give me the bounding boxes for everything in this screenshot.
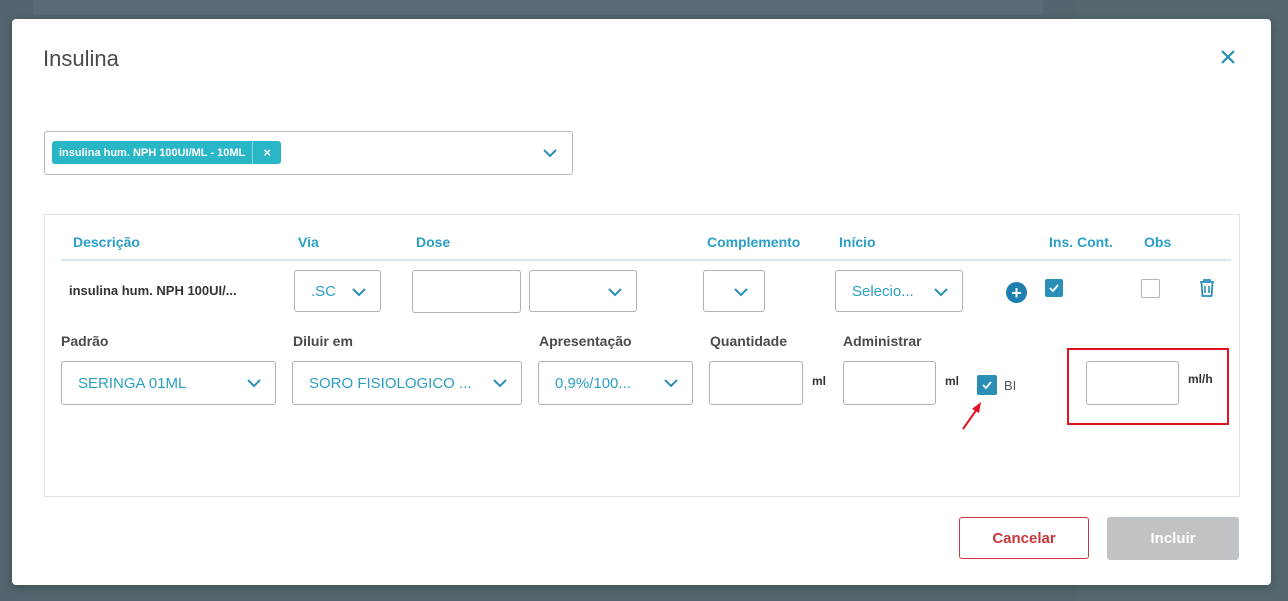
row-description: insulina hum. NPH 100UI/... bbox=[69, 283, 237, 298]
inicio-value: Selecio... bbox=[852, 282, 914, 300]
prescription-table: Descrição Via Dose Complemento Início In… bbox=[44, 214, 1240, 497]
incluir-button[interactable]: Incluir bbox=[1107, 517, 1239, 560]
dialog-title: Insulina bbox=[43, 46, 119, 71]
diluir-select[interactable]: SORO FISIOLOGICO ... bbox=[292, 361, 522, 405]
header-divider bbox=[61, 259, 1231, 261]
check-icon bbox=[1049, 284, 1059, 293]
check-icon bbox=[982, 381, 992, 390]
quantidade-unit: ml bbox=[812, 374, 827, 388]
quantidade-input[interactable] bbox=[709, 361, 803, 405]
header-via: Via bbox=[298, 234, 319, 250]
background-card bbox=[33, 0, 1043, 15]
dose-unit-select[interactable] bbox=[529, 270, 637, 312]
insulina-dialog: Insulina insulina hum. NPH 100UI/ML - 10… bbox=[12, 19, 1271, 585]
quantidade-label: Quantidade bbox=[710, 333, 788, 349]
chevron-down-icon bbox=[934, 288, 948, 297]
header-complemento: Complemento bbox=[707, 234, 801, 250]
header-ins-cont: Ins. Cont. bbox=[1049, 234, 1113, 250]
close-icon[interactable] bbox=[1217, 46, 1239, 68]
chip-remove-icon[interactable]: × bbox=[252, 141, 281, 164]
rate-unit: ml/h bbox=[1188, 372, 1213, 386]
chevron-down-icon bbox=[247, 379, 261, 388]
chevron-down-icon bbox=[493, 379, 507, 388]
chevron-down-icon bbox=[608, 288, 622, 297]
via-select[interactable]: .SC bbox=[294, 270, 381, 312]
apresentacao-select[interactable]: 0,9%/100... bbox=[538, 361, 693, 405]
dose-input[interactable] bbox=[412, 270, 521, 313]
rate-input[interactable] bbox=[1086, 361, 1179, 405]
inicio-select[interactable]: Selecio... bbox=[835, 270, 963, 312]
padrao-value: SERINGA 01ML bbox=[78, 374, 187, 392]
padrao-select[interactable]: SERINGA 01ML bbox=[61, 361, 276, 405]
ins-cont-checkbox[interactable] bbox=[1045, 279, 1063, 297]
bi-label: BI bbox=[1004, 378, 1017, 393]
administrar-unit: ml bbox=[945, 374, 960, 388]
apresentacao-label: Apresentação bbox=[539, 333, 632, 349]
header-dose: Dose bbox=[416, 234, 451, 250]
complemento-select[interactable] bbox=[703, 270, 765, 312]
diluir-label: Diluir em bbox=[293, 333, 353, 349]
chevron-down-icon bbox=[664, 379, 678, 388]
header-inicio: Início bbox=[839, 234, 876, 250]
administrar-input[interactable] bbox=[843, 361, 936, 405]
padrao-label: Padrão bbox=[61, 333, 109, 349]
chevron-down-icon[interactable] bbox=[541, 144, 559, 162]
header-descricao: Descrição bbox=[73, 234, 140, 250]
via-value: .SC bbox=[311, 282, 337, 300]
header-obs: Obs bbox=[1144, 234, 1172, 250]
cancel-button[interactable]: Cancelar bbox=[959, 517, 1089, 559]
medication-multiselect[interactable]: insulina hum. NPH 100UI/ML - 10ML × bbox=[44, 131, 573, 175]
chevron-down-icon bbox=[734, 288, 748, 297]
diluir-value: SORO FISIOLOGICO ... bbox=[309, 374, 472, 392]
medication-chip: insulina hum. NPH 100UI/ML - 10ML × bbox=[52, 141, 282, 164]
administrar-label: Administrar bbox=[843, 333, 922, 349]
arrow-annotation-icon bbox=[962, 402, 981, 430]
bi-checkbox[interactable] bbox=[977, 375, 997, 395]
medication-chip-label: insulina hum. NPH 100UI/ML - 10ML bbox=[59, 146, 246, 159]
apresentacao-value: 0,9%/100... bbox=[555, 374, 631, 392]
add-plus-icon[interactable]: + bbox=[1006, 282, 1027, 303]
obs-checkbox[interactable] bbox=[1141, 279, 1160, 298]
trash-icon[interactable] bbox=[1198, 278, 1216, 298]
chevron-down-icon bbox=[352, 288, 366, 297]
